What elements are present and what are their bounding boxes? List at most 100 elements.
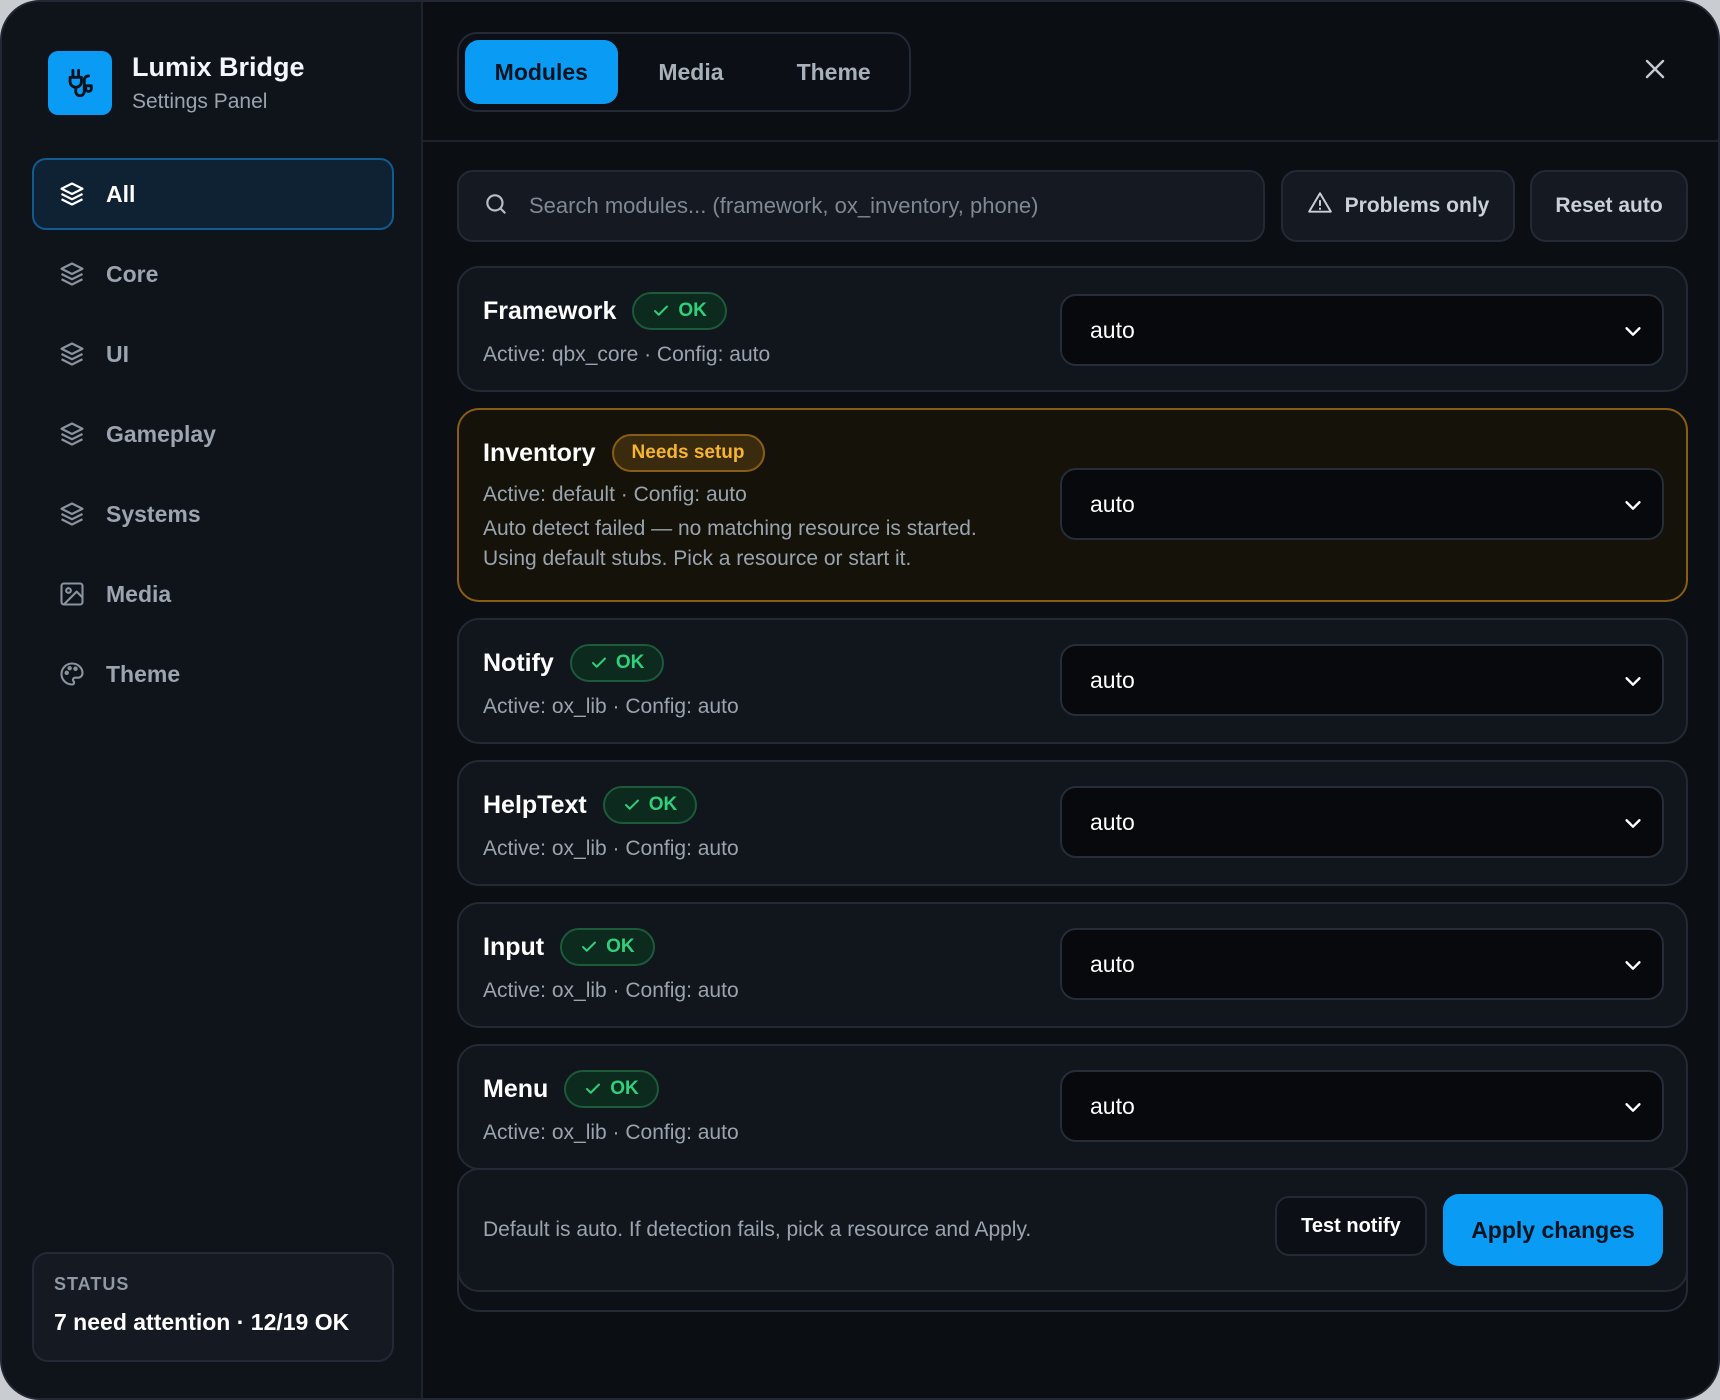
sidebar-item-core[interactable]: Core	[32, 238, 394, 310]
module-card-notify: Notify OK Active: ox_lib · Config: auto …	[457, 618, 1688, 744]
module-select-inventory[interactable]: auto	[1060, 468, 1664, 540]
sidebar-item-label: UI	[106, 340, 129, 367]
layers-icon	[58, 420, 86, 448]
sidebar-item-label: Core	[106, 260, 159, 287]
sidebar-nav: All Core UI Gameplay Systems Media Theme	[32, 158, 394, 718]
status-badge-label: OK	[615, 652, 645, 673]
module-meta: Active: ox_lib · Config: auto	[483, 979, 739, 1002]
plug-icon	[48, 51, 112, 115]
module-select-menu[interactable]: auto	[1060, 1070, 1664, 1142]
sidebar-item-media[interactable]: Media	[32, 558, 394, 630]
main-panel: Modules Media Theme Problem	[423, 2, 1718, 1398]
select-value: auto	[1090, 666, 1135, 693]
sidebar-item-theme[interactable]: Theme	[32, 638, 394, 710]
search-input[interactable]	[529, 193, 1263, 219]
layers-icon	[58, 340, 86, 368]
module-meta: Active: ox_lib · Config: auto	[483, 1121, 739, 1144]
layers-icon	[58, 500, 86, 528]
tab-bar: Modules Media Theme	[457, 32, 911, 112]
toolbar: Problems only Reset auto	[457, 170, 1688, 242]
palette-icon	[58, 660, 86, 688]
status-badge: OK	[602, 786, 698, 824]
reset-auto-button[interactable]: Reset auto	[1530, 170, 1688, 242]
module-meta: Active: ox_lib · Config: auto	[483, 837, 739, 860]
status-badge: OK	[569, 644, 665, 682]
status-title: STATUS	[54, 1274, 130, 1294]
search-icon	[483, 191, 509, 222]
select-value: auto	[1090, 490, 1135, 517]
footer-bar: Default is auto. If detection fails, pic…	[457, 1168, 1688, 1292]
module-card-framework: Framework OK Active: qbx_core · Config: …	[457, 266, 1688, 392]
tab-modules[interactable]: Modules	[465, 40, 618, 104]
chevron-down-icon	[1622, 1096, 1644, 1124]
module-card-menu: Menu OK Active: ox_lib · Config: auto au…	[457, 1044, 1688, 1170]
select-value: auto	[1090, 1092, 1135, 1119]
search-box[interactable]	[457, 170, 1265, 242]
status-badge: OK	[564, 1070, 659, 1108]
apply-changes-button[interactable]: Apply changes	[1443, 1194, 1663, 1266]
close-icon	[1643, 57, 1667, 86]
sidebar-item-label: Theme	[106, 660, 181, 687]
check-icon	[623, 796, 641, 814]
check-icon	[580, 938, 598, 956]
close-button[interactable]	[1640, 56, 1670, 86]
top-bar: Modules Media Theme	[423, 2, 1718, 142]
status-badge-label: OK	[648, 794, 678, 815]
tab-theme[interactable]: Theme	[764, 40, 903, 104]
module-name: Input	[483, 932, 545, 961]
module-note-line-1: Auto detect failed — no matching resourc…	[483, 517, 977, 540]
select-value: auto	[1090, 808, 1135, 835]
chevron-down-icon	[1622, 670, 1644, 698]
module-card-helptext: HelpText OK Active: ox_lib · Config: aut…	[457, 760, 1688, 886]
module-note-line-2: Using default stubs. Pick a resource or …	[483, 547, 912, 570]
module-select-helptext[interactable]: auto	[1060, 786, 1664, 858]
sidebar-item-label: Systems	[106, 500, 201, 527]
select-value: auto	[1090, 316, 1135, 343]
status-card: STATUS 7 need attention · 12/19 OK	[32, 1252, 394, 1362]
check-icon	[590, 654, 608, 672]
sidebar-item-systems[interactable]: Systems	[32, 478, 394, 550]
module-meta: Active: qbx_core · Config: auto	[483, 343, 771, 366]
check-icon	[584, 1080, 602, 1098]
sidebar-item-gameplay[interactable]: Gameplay	[32, 398, 394, 470]
app-title: Lumix Bridge	[132, 52, 305, 82]
sidebar-item-label: All	[106, 180, 136, 207]
test-notify-button[interactable]: Test notify	[1275, 1196, 1427, 1256]
app-subtitle: Settings Panel	[132, 90, 268, 113]
warning-icon	[1307, 190, 1333, 222]
footer-hint: Default is auto. If detection fails, pic…	[483, 1218, 1032, 1241]
module-card-input: Input OK Active: ox_lib · Config: auto a…	[457, 902, 1688, 1028]
brand: Lumix Bridge Settings Panel	[48, 51, 305, 115]
module-select-input[interactable]: auto	[1060, 928, 1664, 1000]
module-meta: Active: ox_lib · Config: auto	[483, 695, 739, 718]
module-select-framework[interactable]: auto	[1060, 294, 1664, 366]
sidebar-item-label: Media	[106, 580, 172, 607]
sidebar: Lumix Bridge Settings Panel All Core UI …	[2, 2, 423, 1398]
chevron-down-icon	[1622, 954, 1644, 982]
module-meta: Active: default · Config: auto	[483, 483, 747, 506]
problems-only-button[interactable]: Problems only	[1281, 170, 1515, 242]
chevron-down-icon	[1622, 812, 1644, 840]
chevron-down-icon	[1622, 494, 1644, 522]
status-badge-label: OK	[678, 300, 707, 321]
layers-icon	[58, 180, 86, 208]
module-select-notify[interactable]: auto	[1060, 644, 1664, 716]
chevron-down-icon	[1622, 320, 1644, 348]
status-badge: Needs setup	[611, 434, 765, 472]
status-badge: OK	[560, 928, 655, 966]
tab-media[interactable]: Media	[618, 40, 765, 104]
select-value: auto	[1090, 950, 1135, 977]
module-name: Inventory	[483, 438, 596, 467]
sidebar-item-label: Gameplay	[106, 420, 216, 447]
status-badge-label: OK	[610, 1078, 639, 1099]
module-name: Notify	[483, 648, 554, 677]
image-icon	[58, 580, 86, 608]
status-badge: OK	[632, 292, 727, 330]
module-name: Framework	[483, 296, 617, 325]
layers-icon	[58, 260, 86, 288]
status-badge-label: OK	[606, 936, 635, 957]
sidebar-item-all[interactable]: All	[32, 158, 394, 230]
sidebar-item-ui[interactable]: UI	[32, 318, 394, 390]
check-icon	[652, 302, 670, 320]
module-list: Framework OK Active: qbx_core · Config: …	[457, 266, 1688, 1186]
